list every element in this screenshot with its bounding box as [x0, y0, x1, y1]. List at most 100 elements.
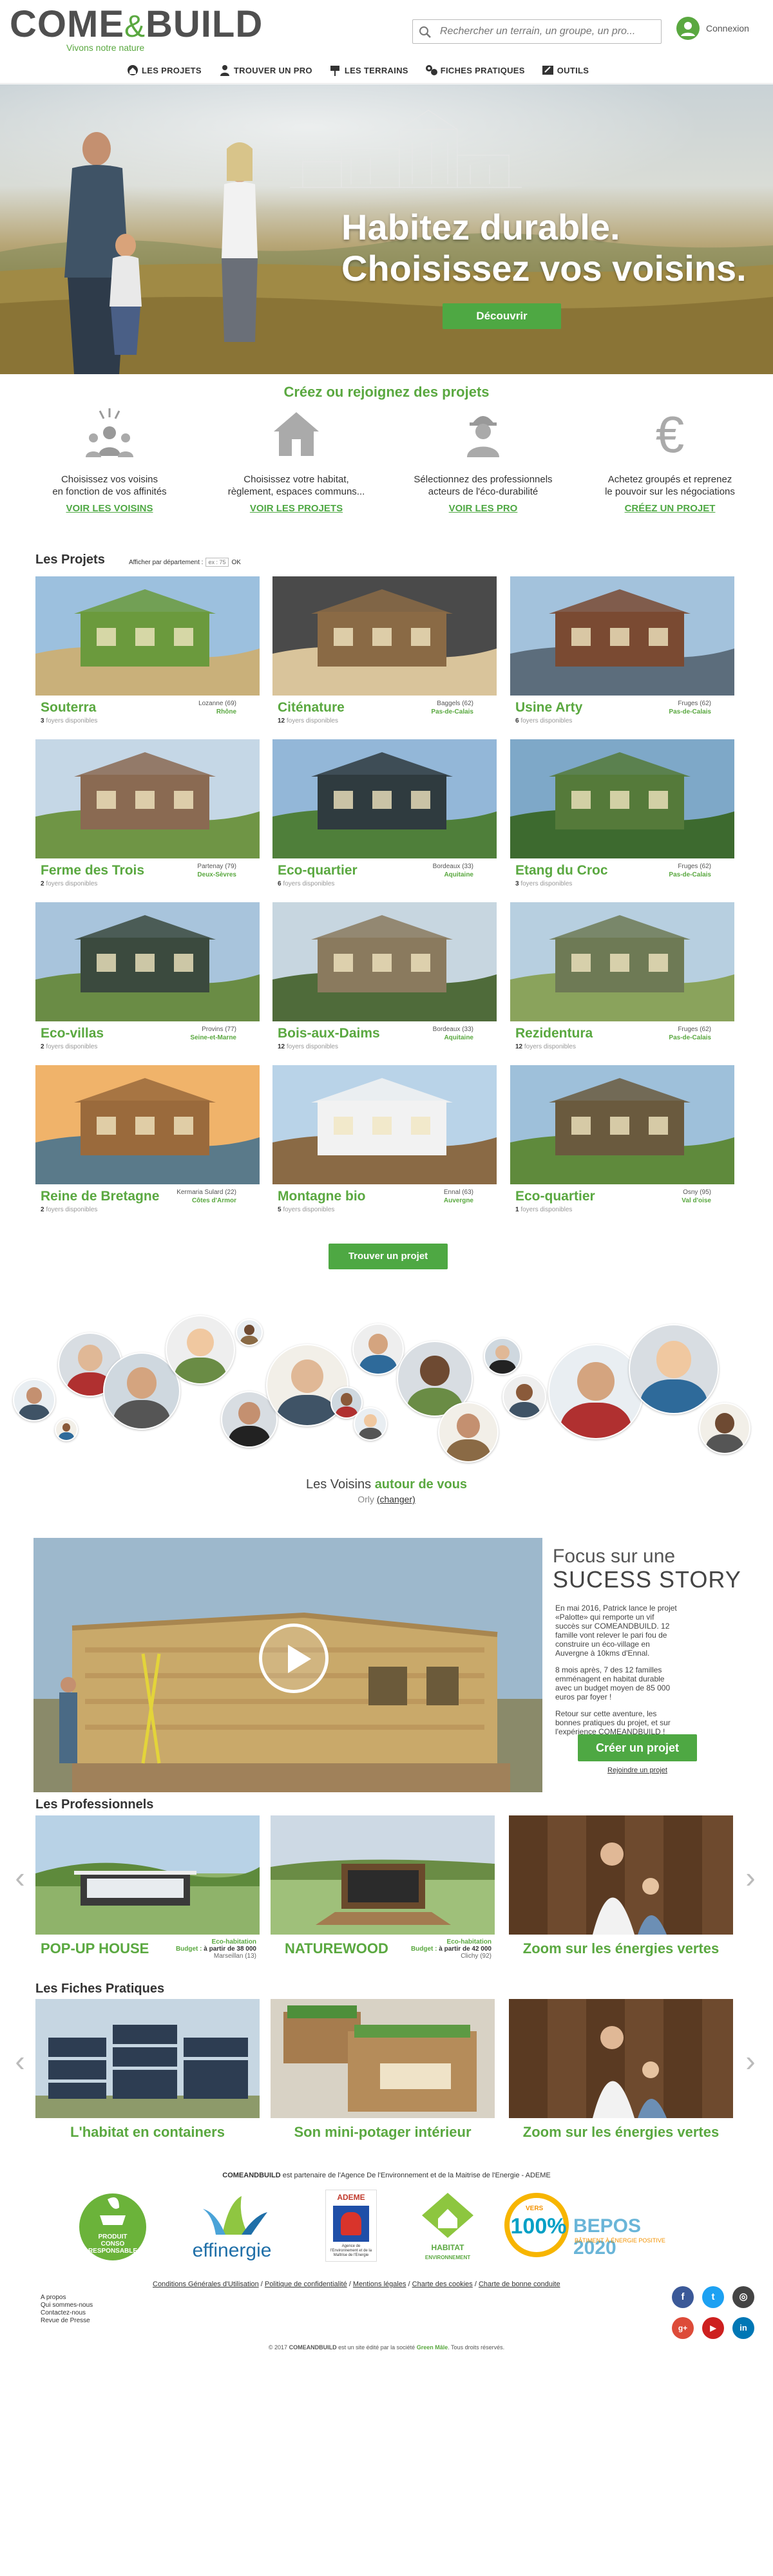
project-card[interactable]: Bois-aux-Daims 12 foyers disponibles Borde… — [272, 902, 497, 1054]
nav-terrains[interactable]: LES TERRAINS — [329, 64, 408, 76]
cgu-link[interactable]: Conditions Générales d'Utilisation — [153, 2280, 259, 2288]
logo-ampersand: & — [124, 10, 146, 44]
neighbor-avatar[interactable] — [548, 1344, 644, 1439]
change-city-link[interactable]: (changer) — [377, 1494, 415, 1504]
trouver-projet-button[interactable]: Trouver un projet — [329, 1244, 448, 1269]
pros-prev-arrow[interactable]: ‹ — [10, 1862, 30, 1892]
nav-projets[interactable]: LES PROJETS — [126, 64, 202, 76]
voir-voisins-link[interactable]: VOIR LES VOISINS — [19, 503, 200, 514]
filter-ok-button[interactable]: OK — [231, 559, 240, 566]
project-card[interactable]: Eco-quartier 6 foyers disponibles Bordeaux… — [272, 739, 497, 891]
project-name: Reine de Bretagne — [41, 1189, 160, 1204]
voisins-accent: autour de vous — [374, 1477, 468, 1492]
conso-line-1: PRODUIT — [98, 2233, 128, 2240]
fiches-prev-arrow[interactable]: ‹ — [10, 2046, 30, 2076]
neighbor-avatar[interactable] — [438, 1402, 499, 1463]
voisins-prefix: Les Voisins — [305, 1477, 372, 1492]
project-name: Usine Arty — [515, 700, 583, 715]
revue-presse-link[interactable]: Revue de Presse — [41, 2317, 93, 2325]
projects-heading: Les Projets — [35, 553, 105, 567]
linkedin-icon[interactable]: in — [732, 2317, 754, 2339]
qui-sommes-nous-link[interactable]: Qui sommes-nous — [41, 2302, 93, 2309]
project-foyers-suffix: foyers disponibles — [520, 717, 573, 724]
project-card[interactable]: Rezidentura 12 foyers disponibles Fruges (… — [510, 902, 734, 1054]
project-card[interactable]: Ferme des Trois 2 foyers disponibles Parte… — [35, 739, 260, 891]
project-card[interactable]: Montagne bio 5 foyers disponibles Ennal (6… — [272, 1065, 497, 1217]
project-card[interactable]: Usine Arty 6 foyers disponibles Fruges (62… — [510, 576, 734, 728]
success-story-video[interactable] — [33, 1538, 542, 1792]
login-button[interactable]: Connexion — [676, 17, 749, 40]
neighbor-avatar[interactable] — [484, 1338, 521, 1375]
pro-card[interactable]: Zoom sur les énergies vertes — [509, 1815, 733, 1956]
project-city: Lozanne (69) — [198, 700, 236, 707]
project-foyers-suffix: foyers disponibles — [524, 1043, 576, 1050]
legal-links: Conditions Générales d'Utilisation / Pol… — [153, 2280, 560, 2288]
neighbor-avatar[interactable] — [352, 1323, 404, 1375]
nav-outils[interactable]: OUTILS — [542, 64, 589, 76]
pro-card[interactable]: POP-UP HOUSE Eco-habitation Budget : à p… — [35, 1815, 260, 1960]
project-foyers-suffix: foyers disponibles — [520, 880, 573, 887]
creer-projet-button[interactable]: Créer un projet — [578, 1734, 697, 1761]
project-foyers-count: 3 — [41, 717, 44, 724]
neighbor-avatar[interactable] — [502, 1375, 546, 1419]
neighbor-avatar[interactable] — [55, 1418, 78, 1441]
logo-tagline: Vivons notre nature — [66, 43, 145, 53]
project-foyers: 12 foyers disponibles — [278, 717, 338, 724]
neighbor-avatar[interactable] — [236, 1319, 263, 1346]
rejoindre-projet-link[interactable]: Rejoindre un projet — [578, 1766, 697, 1774]
project-card[interactable]: Souterra 3 foyers disponibles Lozanne (69)… — [35, 576, 260, 728]
neighbor-avatar[interactable] — [629, 1324, 719, 1414]
fiche-card[interactable]: Son mini-potager intérieur — [271, 1999, 495, 2140]
voir-projets-link[interactable]: VOIR LES PROJETS — [206, 503, 386, 514]
project-card[interactable]: Etang du Croc 3 foyers disponibles Fruges … — [510, 739, 734, 891]
project-foyers-count: 1 — [515, 1206, 519, 1213]
project-card[interactable]: Reine de Bretagne 2 foyers disponibles Ker… — [35, 1065, 260, 1217]
pros-next-arrow[interactable]: › — [741, 1862, 760, 1892]
project-card[interactable]: Citénature 12 foyers disponibles Baggels (… — [272, 576, 497, 728]
nav-fiches[interactable]: FICHES PRATIQUES — [425, 64, 525, 76]
mentions-legales-link[interactable]: Mentions légales — [353, 2280, 406, 2288]
play-icon[interactable] — [259, 1624, 329, 1693]
conduite-link[interactable]: Charte de bonne conduite — [479, 2280, 560, 2288]
pro-budget-label: Budget : — [175, 1946, 202, 1953]
search-input[interactable] — [440, 24, 656, 39]
decouvrir-button[interactable]: Découvrir — [443, 303, 561, 329]
voir-pro-link[interactable]: VOIR LES PRO — [393, 503, 573, 514]
fiche-image — [271, 1999, 495, 2118]
neighbor-avatar[interactable] — [354, 1407, 387, 1441]
project-foyers-count: 6 — [278, 880, 282, 887]
neighbor-avatar[interactable] — [699, 1403, 750, 1454]
search-box[interactable] — [412, 19, 662, 44]
fiche-card[interactable]: L'habitat en containers — [35, 1999, 260, 2140]
copyright: © 2017 COMEANDBUILD est un site édité pa… — [0, 2344, 773, 2351]
neighbor-avatar[interactable] — [166, 1315, 235, 1385]
a-propos-link[interactable]: A propos — [41, 2294, 93, 2302]
creez-projet-link[interactable]: CRÉEZ UN PROJET — [580, 503, 760, 514]
feature-text-line: Choisissez vos voisins — [61, 474, 158, 485]
privacy-link[interactable]: Politique de confidentialité — [265, 2280, 347, 2288]
project-image — [35, 739, 260, 858]
project-foyers: 6 foyers disponibles — [515, 717, 572, 724]
cookies-link[interactable]: Charte des cookies — [412, 2280, 473, 2288]
youtube-icon[interactable]: ▶ — [702, 2317, 724, 2339]
partners-sentence: est partenaire de l'Agence De l'Environn… — [282, 2172, 551, 2179]
pro-card[interactable]: NATUREWOOD Eco-habitation Budget : à par… — [271, 1815, 495, 1960]
logo[interactable]: COME&BUILD Vivons notre nature — [10, 5, 263, 53]
nav-trouver-pro[interactable]: TROUVER UN PRO — [218, 64, 312, 76]
fiches-next-arrow[interactable]: › — [741, 2046, 760, 2076]
project-department: Pas-de-Calais — [669, 1034, 711, 1041]
dept-input[interactable]: ex : 75 — [205, 558, 229, 567]
project-card[interactable]: Eco-villas 2 foyers disponibles Provins (7… — [35, 902, 260, 1054]
wrench-icon — [425, 65, 437, 75]
fiche-card[interactable]: Zoom sur les énergies vertes — [509, 1999, 733, 2140]
contact-link[interactable]: Contactez-nous — [41, 2309, 93, 2317]
neighbor-avatar[interactable] — [13, 1379, 55, 1421]
project-foyers-count: 2 — [41, 1206, 44, 1213]
instagram-icon[interactable]: ◎ — [732, 2286, 754, 2308]
facebook-icon[interactable]: f — [672, 2286, 694, 2308]
google-plus-icon[interactable]: g+ — [672, 2317, 694, 2339]
ademe-subtitle: Agence de l'Environnement et de la Maîtr… — [330, 2244, 372, 2257]
twitter-icon[interactable]: t — [702, 2286, 724, 2308]
fiche-title: Zoom sur les énergies vertes — [522, 2124, 720, 2140]
project-card[interactable]: Eco-quartier 1 foyers disponibles Osny (95… — [510, 1065, 734, 1217]
